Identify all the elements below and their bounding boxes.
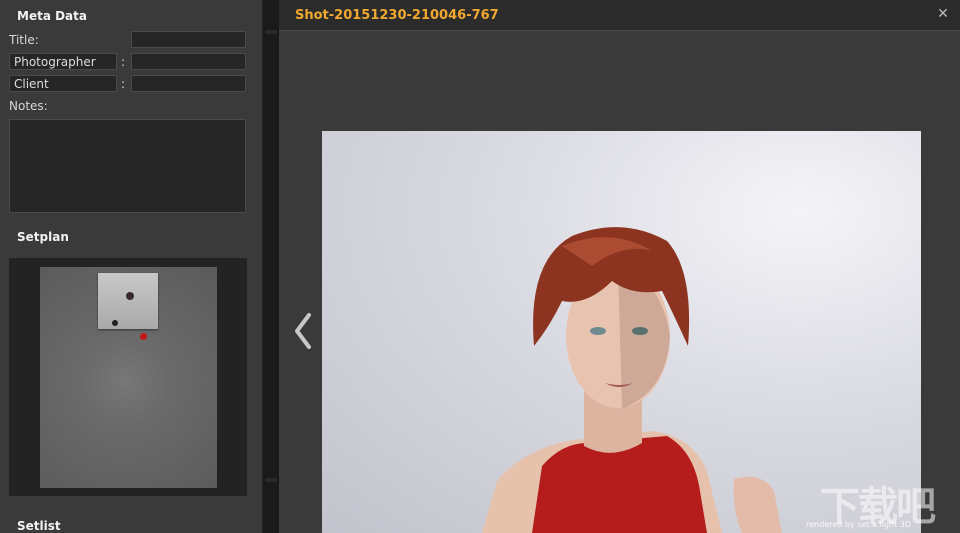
setplan-heading: Setplan [17,230,69,244]
title-field[interactable] [131,31,246,48]
close-icon[interactable]: ✕ [936,6,950,22]
client-colon: : [121,77,126,91]
meta-data-heading: Meta Data [17,9,87,23]
setplan-view[interactable] [9,258,247,496]
photographer-field-label[interactable]: Photographer [9,53,117,70]
camera-marker[interactable] [140,333,147,340]
setplan-backdrop [98,273,158,329]
photographer-field[interactable] [131,53,246,70]
watermark-logo: 下载吧 [820,484,936,530]
photographer-colon: : [121,55,126,69]
shot-title: Shot-20151230-210046-767 [295,8,499,23]
setlist-heading: Setlist [17,519,61,533]
setplan-floor [40,267,217,488]
portrait-illustration [482,227,782,533]
model-marker[interactable] [126,292,134,300]
divider-mark [265,478,277,482]
notes-label: Notes: [9,99,48,113]
viewer-header: Shot-20151230-210046-767 ✕ [279,0,960,31]
render-image: rendered by set.a.light 3D [322,131,921,533]
image-viewer: Shot-20151230-210046-767 ✕ rendered by s… [279,0,960,533]
meta-panel: Meta Data Title: Photographer : Client :… [0,0,263,533]
title-label: Title: [9,33,39,47]
notes-textarea[interactable] [9,119,246,213]
client-field[interactable] [131,75,246,92]
client-field-label[interactable]: Client [9,75,117,92]
chevron-left-icon[interactable] [291,311,315,351]
light-marker[interactable] [112,320,118,326]
panel-divider[interactable] [263,0,279,533]
divider-mark [265,30,277,34]
